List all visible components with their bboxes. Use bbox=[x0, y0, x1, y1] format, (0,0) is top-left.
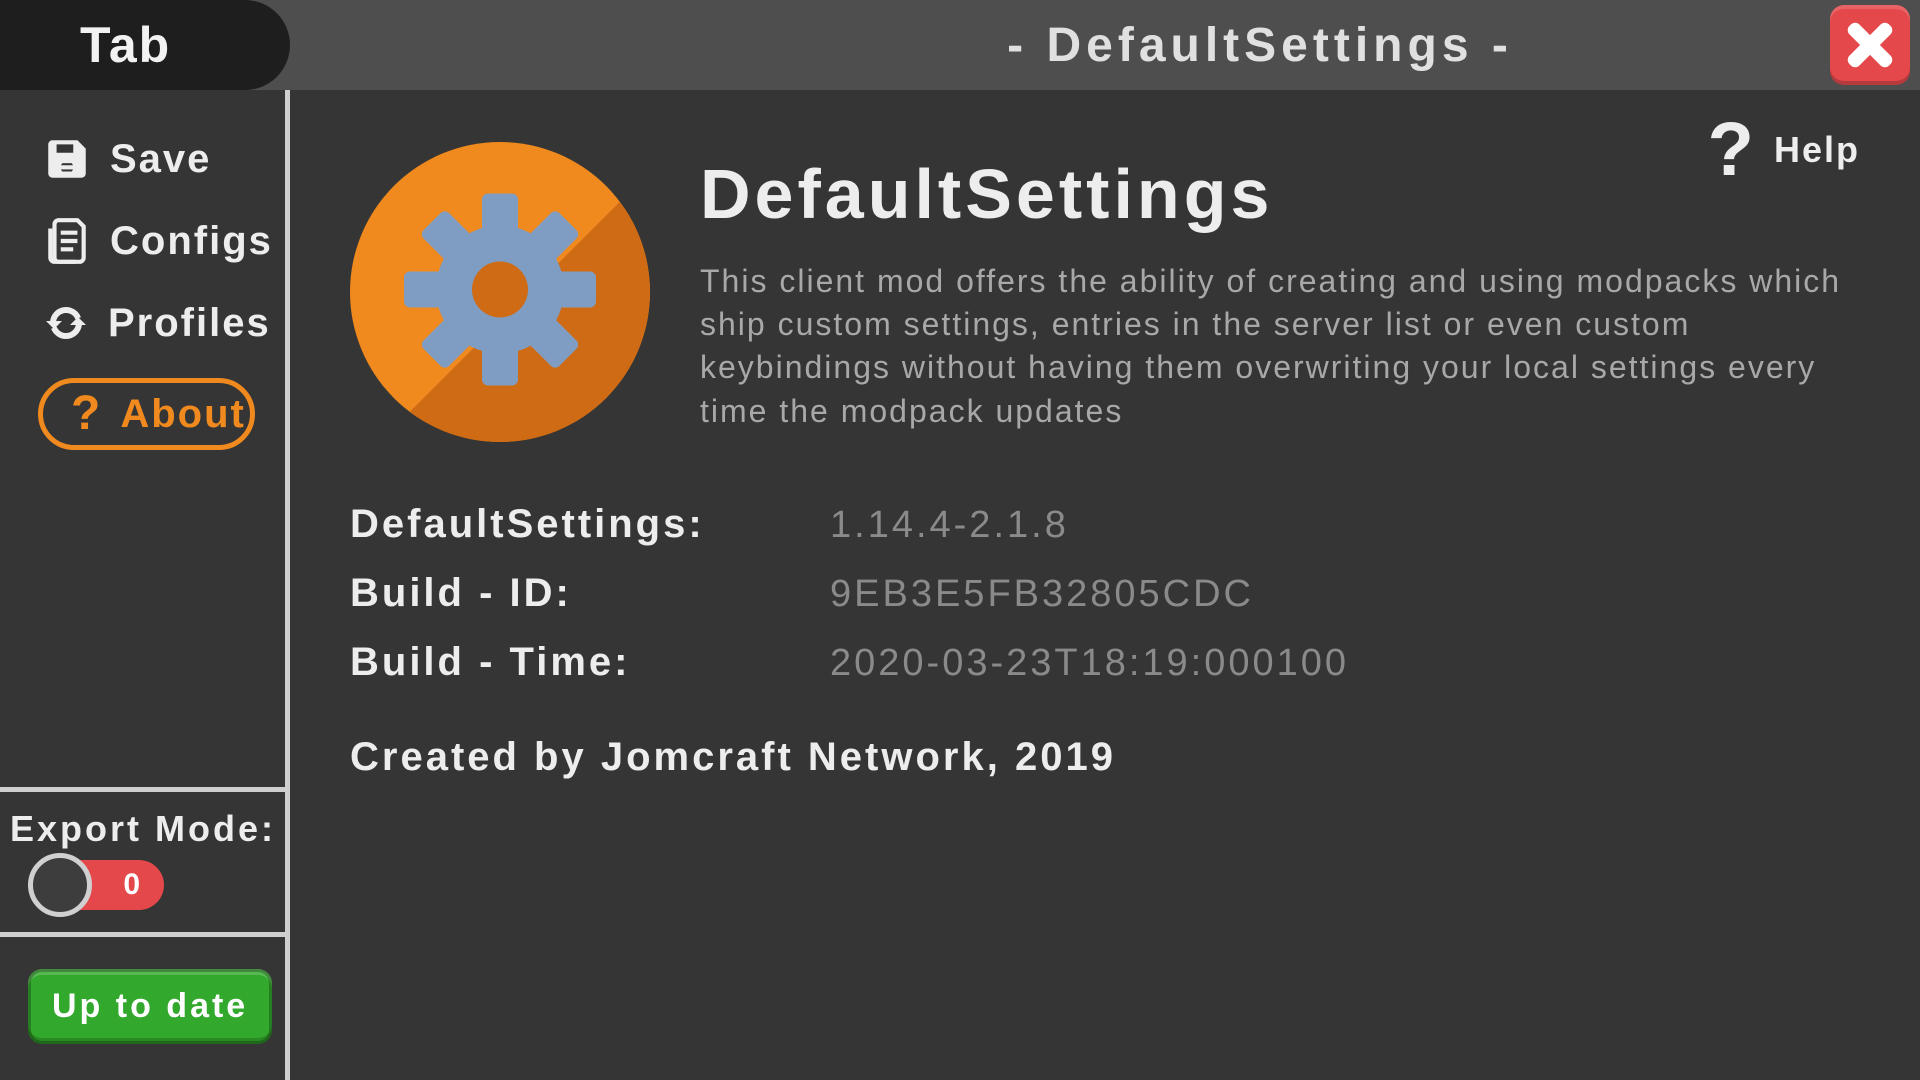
build-info-row: Build - ID: 9EB3E5FB32805CDC bbox=[350, 571, 1870, 616]
question-icon: ? bbox=[71, 390, 102, 438]
update-status-block: Up to date bbox=[0, 937, 285, 1080]
sidebar-item-label: Save bbox=[110, 137, 211, 182]
sidebar-item-label: Configs bbox=[110, 219, 273, 264]
help-button[interactable]: ? Help bbox=[1708, 112, 1860, 188]
export-mode-label: Export Mode: bbox=[10, 808, 285, 850]
sidebar-item-save[interactable]: Save bbox=[0, 118, 285, 200]
credit-line: Created by Jomcraft Network, 2019 bbox=[350, 735, 1870, 780]
build-info-key: DefaultSettings: bbox=[350, 502, 830, 547]
sidebar-item-configs[interactable]: Configs bbox=[0, 200, 285, 282]
export-mode-toggle[interactable]: 0 bbox=[10, 860, 285, 910]
update-status-label: Up to date bbox=[52, 987, 248, 1025]
toggle-knob bbox=[28, 853, 92, 917]
sidebar-item-label: Profiles bbox=[108, 301, 271, 346]
header-tab-pill[interactable]: Tab bbox=[0, 0, 290, 90]
build-info-value: 2020-03-23T18:19:000100 bbox=[830, 642, 1349, 685]
help-label: Help bbox=[1774, 129, 1860, 171]
page-title: - DefaultSettings - bbox=[1007, 18, 1513, 73]
close-button[interactable] bbox=[1830, 5, 1910, 85]
refresh-icon bbox=[42, 299, 90, 347]
sidebar-item-label: About bbox=[120, 392, 246, 437]
build-info-value: 9EB3E5FB32805CDC bbox=[830, 573, 1254, 616]
build-info-key: Build - Time: bbox=[350, 640, 830, 685]
mod-title: DefaultSettings bbox=[700, 154, 1860, 234]
question-icon: ? bbox=[1708, 112, 1756, 188]
mod-logo bbox=[350, 142, 650, 442]
gear-icon bbox=[400, 190, 600, 395]
build-info-key: Build - ID: bbox=[350, 571, 830, 616]
build-info: DefaultSettings: 1.14.4-2.1.8 Build - ID… bbox=[350, 502, 1870, 685]
toggle-value: 0 bbox=[123, 868, 142, 902]
sidebar: Save Configs Profiles ? About Export Mod… bbox=[0, 90, 290, 1080]
build-info-value: 1.14.4-2.1.8 bbox=[830, 504, 1069, 547]
main-content: ? Help bbox=[290, 90, 1920, 1080]
sidebar-item-about[interactable]: ? About bbox=[38, 378, 255, 450]
header-bar: About Tab - DefaultSettings - bbox=[0, 0, 1920, 90]
export-mode-block: Export Mode: 0 bbox=[0, 787, 285, 937]
build-info-row: DefaultSettings: 1.14.4-2.1.8 bbox=[350, 502, 1870, 547]
sidebar-item-profiles[interactable]: Profiles bbox=[0, 282, 285, 364]
header-tab-label: Tab bbox=[80, 16, 171, 74]
save-icon bbox=[42, 134, 92, 184]
build-info-row: Build - Time: 2020-03-23T18:19:000100 bbox=[350, 640, 1870, 685]
mod-description: This client mod offers the ability of cr… bbox=[700, 260, 1860, 433]
update-status-button[interactable]: Up to date bbox=[28, 969, 272, 1044]
document-icon bbox=[42, 216, 92, 266]
